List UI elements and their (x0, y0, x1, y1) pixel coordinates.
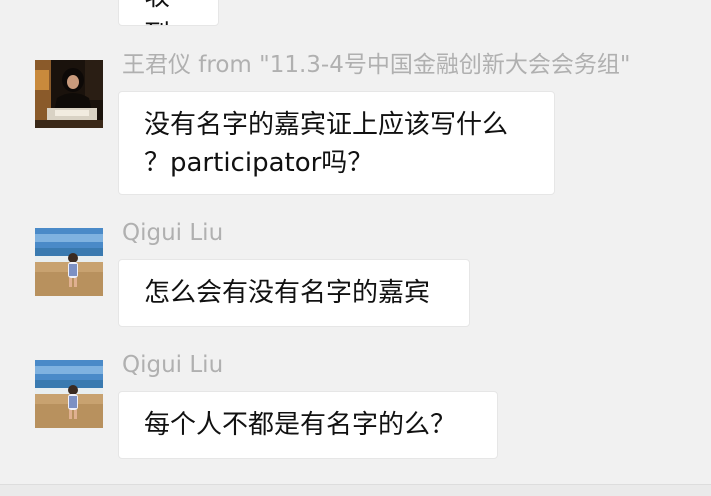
avatar-photo-icon (35, 60, 103, 128)
avatar-photo-icon (35, 228, 103, 296)
message-text: 怎么会有没有名字的嘉宾 (144, 278, 431, 308)
sender-name: 王君仪 from "11.3-4号中国金融创新大会会务组" (122, 52, 631, 78)
previous-message-text: 收到 (144, 0, 193, 25)
avatar-qigui-liu[interactable] (35, 228, 103, 296)
sender-name: Qigui Liu (122, 220, 224, 246)
message-bubble[interactable]: 每个人不都是有名字的么？ (118, 391, 498, 459)
input-area-edge (0, 484, 711, 496)
avatar-wang-junyi[interactable] (35, 60, 103, 128)
avatar-photo-icon (35, 360, 103, 428)
message-line: ？participator吗？ (144, 148, 374, 178)
message-line: 没有名字的嘉宾证上应该写什么 (144, 110, 509, 140)
sender-name: Qigui Liu (122, 352, 224, 378)
message-text: 每个人不都是有名字的么？ (144, 410, 457, 440)
avatar-qigui-liu[interactable] (35, 360, 103, 428)
message-bubble[interactable]: 怎么会有没有名字的嘉宾 (118, 259, 470, 327)
message-bubble[interactable]: 没有名字的嘉宾证上应该写什么 ？participator吗？ (118, 91, 555, 195)
previous-message-bubble[interactable]: 收到 (118, 0, 219, 26)
chat-messages-area: 收到 王君仪 from "11.3-4号中国金融创新大会会务组" 没有名字的嘉宾… (0, 0, 711, 496)
